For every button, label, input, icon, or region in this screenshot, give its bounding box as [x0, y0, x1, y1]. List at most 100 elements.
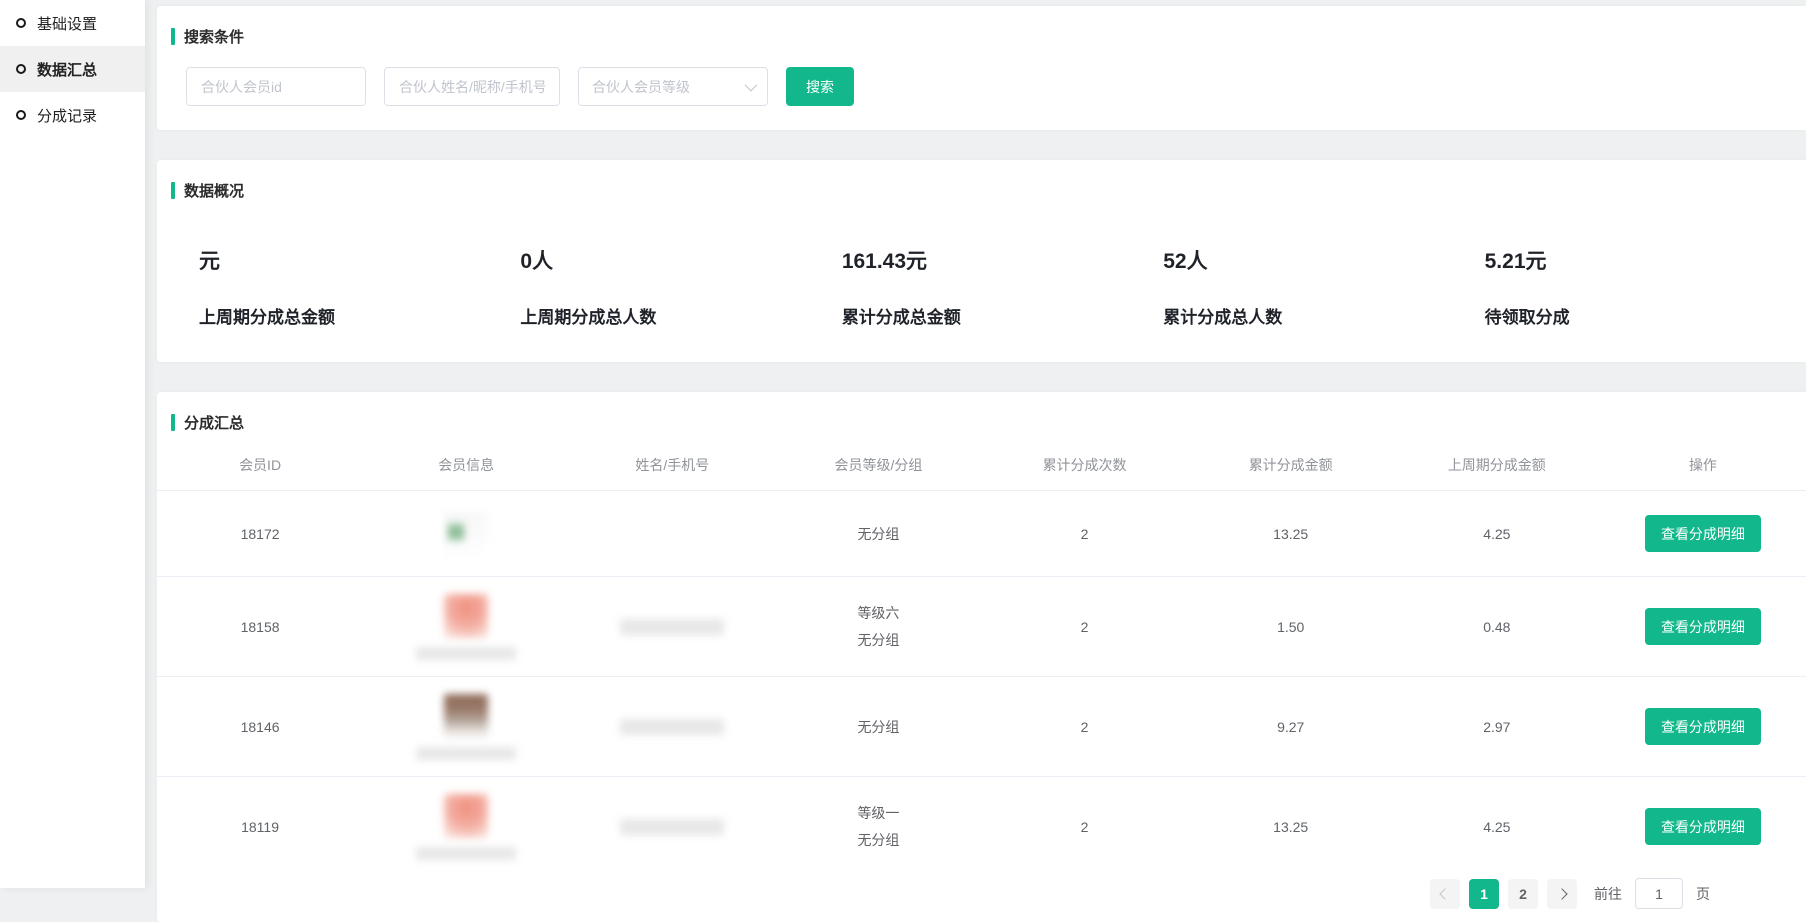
cell-last-period: 2.97: [1394, 719, 1600, 735]
cell-member-id: 18146: [157, 719, 363, 735]
column-header-name-phone: 姓名/手机号: [569, 455, 775, 475]
page-button-2[interactable]: 2: [1508, 879, 1538, 909]
stat-value: 0人: [520, 245, 841, 275]
page-button-1[interactable]: 1: [1469, 879, 1499, 909]
data-overview-panel: 数据概况 元 上周期分成总金额 0人 上周期分成总人数 161.43元 累计分成…: [157, 160, 1806, 362]
stat-label: 上周期分成总金额: [199, 303, 520, 328]
page-suffix-label: 页: [1696, 884, 1710, 904]
column-header-last-period: 上周期分成金额: [1394, 455, 1600, 475]
stat-label: 待领取分成: [1485, 303, 1806, 328]
main-content: 搜索条件 合伙人会员等级 搜索 数据概况 元 上周期分成总金额 0人 上周期分: [157, 0, 1806, 922]
stat-value: 元: [199, 245, 520, 275]
view-commission-detail-button[interactable]: 查看分成明细: [1645, 808, 1761, 845]
select-placeholder: 合伙人会员等级: [592, 77, 690, 97]
view-commission-detail-button[interactable]: 查看分成明细: [1645, 708, 1761, 745]
cell-member-info: [363, 794, 569, 860]
previous-page-button[interactable]: [1430, 879, 1460, 909]
column-header-level-group: 会员等级/分组: [775, 455, 981, 475]
blurred-nickname: [416, 847, 516, 860]
cell-count: 2: [982, 819, 1188, 835]
column-header-total: 累计分成金额: [1188, 455, 1394, 475]
cell-last-period: 4.25: [1394, 526, 1600, 542]
table-row: 18172 无分组 2 13.25 4.25 查看分成明细: [157, 491, 1806, 577]
table-header-row: 会员ID 会员信息 姓名/手机号 会员等级/分组 累计分成次数 累计分成金额 上…: [157, 439, 1806, 491]
member-level: 等级一: [857, 802, 899, 824]
blurred-phone: [620, 719, 724, 735]
stats-row: 元 上周期分成总金额 0人 上周期分成总人数 161.43元 累计分成总金额 5…: [171, 245, 1806, 328]
stat-pending-commission: 5.21元 待领取分成: [1485, 245, 1806, 328]
stat-label: 上周期分成总人数: [520, 303, 841, 328]
cell-member-info: [363, 694, 569, 760]
cell-count: 2: [982, 526, 1188, 542]
cell-member-id: 18172: [157, 526, 363, 542]
stat-last-period-people: 0人 上周期分成总人数: [520, 245, 841, 328]
cell-level-group: 无分组: [775, 523, 981, 545]
partner-member-id-input[interactable]: [186, 67, 366, 106]
sidebar-item-label: 基础设置: [37, 13, 97, 34]
section-accent-bar: [171, 182, 175, 199]
cell-count: 2: [982, 619, 1188, 635]
stat-value: 52人: [1163, 245, 1484, 275]
avatar: [444, 694, 488, 738]
chevron-down-icon: [745, 79, 758, 92]
member-group: 无分组: [857, 523, 899, 545]
search-panel: 搜索条件 合伙人会员等级 搜索: [157, 6, 1806, 130]
commission-summary-panel: 分成汇总 会员ID 会员信息 姓名/手机号 会员等级/分组 累计分成次数 累计分…: [157, 392, 1806, 922]
partner-name-input[interactable]: [384, 67, 560, 106]
section-accent-bar: [171, 28, 175, 45]
cell-last-period: 4.25: [1394, 819, 1600, 835]
cell-total: 13.25: [1188, 819, 1394, 835]
goto-page-input[interactable]: [1635, 878, 1683, 909]
view-commission-detail-button[interactable]: 查看分成明细: [1645, 515, 1761, 552]
cell-level-group: 等级一 无分组: [775, 802, 981, 851]
stat-label: 累计分成总金额: [842, 303, 1163, 328]
cell-total: 9.27: [1188, 719, 1394, 735]
cell-member-info: [363, 594, 569, 660]
column-header-count: 累计分成次数: [982, 455, 1188, 475]
search-section-title: 搜索条件: [171, 26, 1806, 47]
view-commission-detail-button[interactable]: 查看分成明细: [1645, 608, 1761, 645]
chevron-right-icon: [1556, 888, 1567, 899]
goto-page-label: 前往: [1594, 884, 1622, 904]
search-form: 合伙人会员等级 搜索: [171, 67, 1806, 106]
section-title-text: 搜索条件: [184, 26, 244, 47]
search-button[interactable]: 搜索: [786, 67, 854, 106]
cell-last-period: 0.48: [1394, 619, 1600, 635]
cell-member-info: [363, 512, 569, 556]
stat-total-people: 52人 累计分成总人数: [1163, 245, 1484, 328]
member-group: 无分组: [857, 716, 899, 738]
next-page-button[interactable]: [1547, 879, 1577, 909]
sidebar-item-data-summary[interactable]: 数据汇总: [0, 46, 145, 92]
cell-name-phone: [569, 619, 775, 635]
chevron-left-icon: [1439, 888, 1450, 899]
cell-level-group: 无分组: [775, 716, 981, 738]
partner-level-select[interactable]: 合伙人会员等级: [578, 67, 768, 106]
sidebar-item-basic-settings[interactable]: 基础设置: [0, 0, 145, 46]
stat-value: 5.21元: [1485, 245, 1806, 275]
sidebar-item-commission-records[interactable]: 分成记录: [0, 92, 145, 138]
column-header-member-info: 会员信息: [363, 455, 569, 475]
blurred-nickname: [416, 747, 516, 760]
avatar: [444, 594, 488, 638]
member-group: 无分组: [857, 629, 899, 651]
member-group: 无分组: [857, 829, 899, 851]
stat-value: 161.43元: [842, 245, 1163, 275]
sidebar-item-label: 数据汇总: [37, 59, 97, 80]
cell-actions: 查看分成明细: [1600, 808, 1806, 845]
member-level: 等级六: [857, 602, 899, 624]
section-title-text: 分成汇总: [184, 412, 244, 433]
circle-icon: [16, 18, 26, 28]
blurred-phone: [620, 619, 724, 635]
cell-member-id: 18158: [157, 619, 363, 635]
table-body: 18172 无分组 2 13.25 4.25 查看分成明细 18158: [157, 491, 1806, 867]
overview-section-title: 数据概况: [171, 180, 1806, 201]
cell-name-phone: [569, 819, 775, 835]
blurred-nickname: [416, 647, 516, 660]
cell-total: 13.25: [1188, 526, 1394, 542]
stat-total-amount: 161.43元 累计分成总金额: [842, 245, 1163, 328]
section-accent-bar: [171, 414, 175, 431]
sidebar-item-label: 分成记录: [37, 105, 97, 126]
table-row: 18158 等级六 无分组 2 1.50 0.48 查看分成明细: [157, 577, 1806, 677]
column-header-actions: 操作: [1600, 455, 1806, 475]
cell-member-id: 18119: [157, 819, 363, 835]
